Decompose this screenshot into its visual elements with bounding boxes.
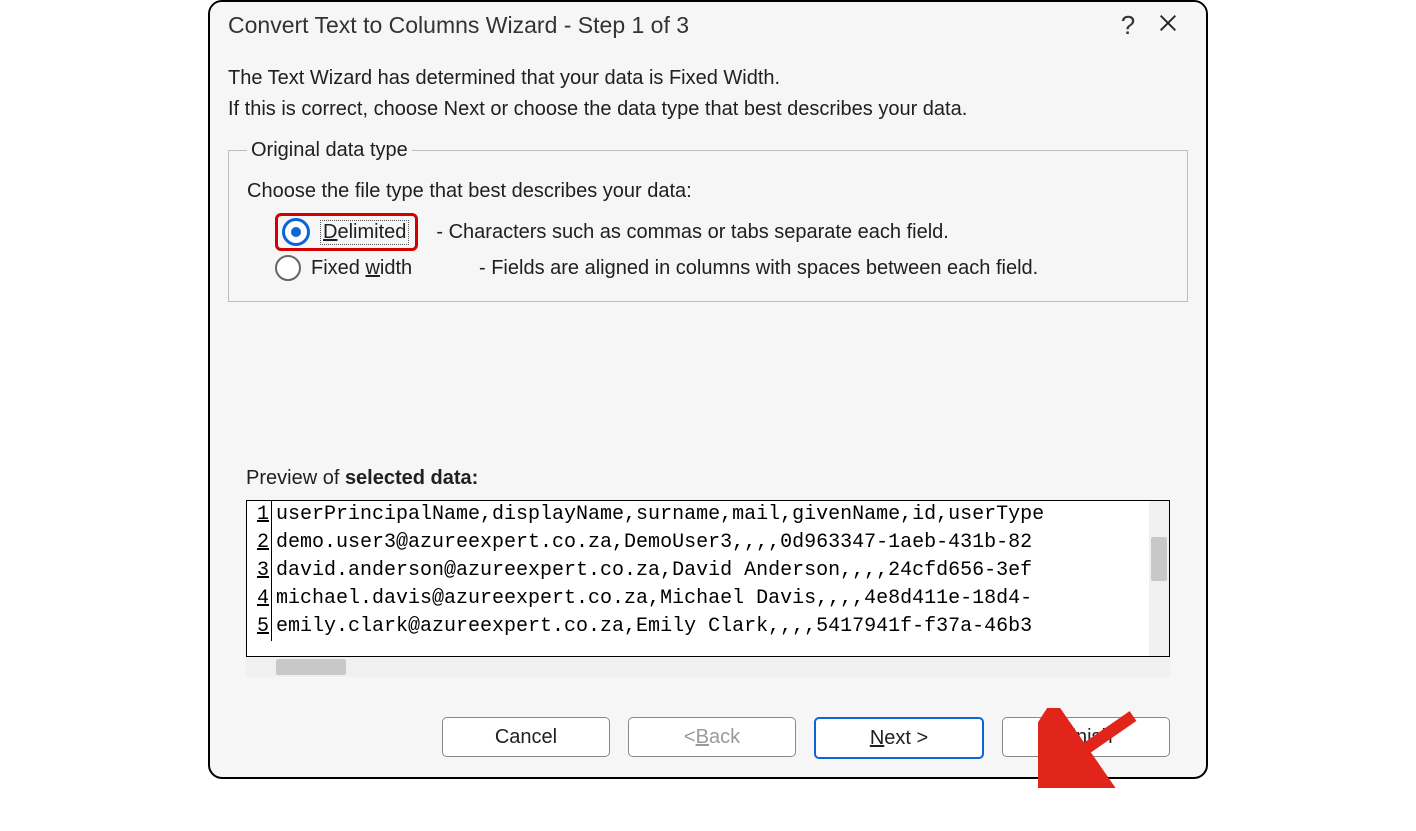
close-icon[interactable] bbox=[1148, 12, 1188, 39]
next-button[interactable]: Next > bbox=[814, 717, 984, 759]
group-legend: Original data type bbox=[247, 139, 412, 162]
original-data-type-group: Original data type Choose the file type … bbox=[228, 139, 1188, 302]
intro-line-1: The Text Wizard has determined that your… bbox=[228, 67, 1188, 90]
radio-fixed-row[interactable]: Fixed width - Fields are aligned in colu… bbox=[275, 255, 1169, 281]
vertical-scrollbar-thumb[interactable] bbox=[1151, 537, 1167, 581]
preview-row: 5 emily.clark@azureexpert.co.za,Emily Cl… bbox=[247, 613, 1169, 641]
preview-label: Preview of selected data: bbox=[246, 467, 1188, 490]
preview-row: 1 userPrincipalName,displayName,surname,… bbox=[247, 501, 1169, 529]
button-row: Cancel < Back Next > Finish bbox=[228, 677, 1188, 777]
radio-fixed-desc: - Fields are aligned in columns with spa… bbox=[479, 257, 1038, 280]
annotation-highlight: Delimited bbox=[275, 213, 418, 251]
titlebar: Convert Text to Columns Wizard - Step 1 … bbox=[210, 2, 1206, 47]
radio-delimited-label: Delimited bbox=[320, 220, 409, 245]
horizontal-scrollbar[interactable] bbox=[246, 657, 1170, 677]
intro-line-2: If this is correct, choose Next or choos… bbox=[228, 98, 1188, 121]
preview-table: 1 userPrincipalName,displayName,surname,… bbox=[247, 501, 1169, 641]
preview-row: 2 demo.user3@azureexpert.co.za,DemoUser3… bbox=[247, 529, 1169, 557]
help-icon[interactable]: ? bbox=[1108, 10, 1148, 41]
finish-button[interactable]: Finish bbox=[1002, 717, 1170, 757]
dialog-title: Convert Text to Columns Wizard - Step 1 … bbox=[228, 12, 1108, 39]
choose-text: Choose the file type that best describes… bbox=[247, 180, 1169, 203]
back-button: < Back bbox=[628, 717, 796, 757]
radio-delimited[interactable] bbox=[282, 218, 310, 246]
cancel-button[interactable]: Cancel bbox=[442, 717, 610, 757]
horizontal-scrollbar-thumb[interactable] bbox=[276, 659, 346, 675]
radio-fixed[interactable] bbox=[275, 255, 301, 281]
vertical-scrollbar[interactable] bbox=[1149, 501, 1169, 656]
radio-delimited-desc: - Characters such as commas or tabs sepa… bbox=[436, 221, 948, 244]
preview-row: 3 david.anderson@azureexpert.co.za,David… bbox=[247, 557, 1169, 585]
preview-row: 4 michael.davis@azureexpert.co.za,Michae… bbox=[247, 585, 1169, 613]
preview-box: 1 userPrincipalName,displayName,surname,… bbox=[246, 500, 1170, 657]
wizard-dialog: Convert Text to Columns Wizard - Step 1 … bbox=[208, 0, 1208, 779]
radio-fixed-label: Fixed width bbox=[311, 257, 461, 280]
radio-delimited-row[interactable]: Delimited - Characters such as commas or… bbox=[275, 213, 1169, 251]
